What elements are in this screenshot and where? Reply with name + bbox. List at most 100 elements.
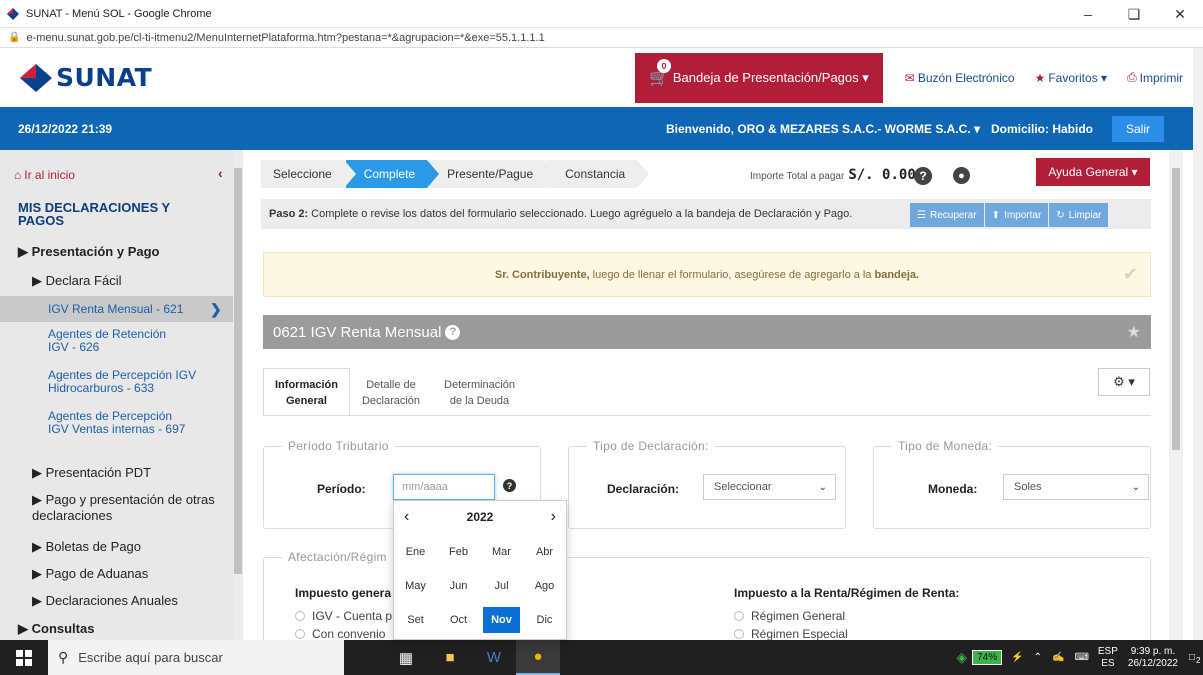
form-title: 0621 IGV Renta Mensual — [273, 323, 442, 341]
month-nov-selected[interactable]: Nov — [483, 607, 520, 633]
tab-label: Información — [275, 379, 338, 391]
month-jul[interactable]: Jul — [480, 569, 523, 603]
sidebar-scroll-thumb[interactable] — [234, 168, 242, 574]
sidebar-item-presentacion-pdt[interactable]: ▶ Presentación PDT — [32, 465, 151, 481]
domicilio-status: Domicilio: Habido — [991, 121, 1093, 136]
sidebar-home-link[interactable]: ⌂ Ir al inicio — [14, 168, 75, 182]
sidebar-item-presentacion-pago[interactable]: ▶ Presentación y Pago — [18, 244, 160, 260]
ayuda-general-button[interactable]: Ayuda General ▾ — [1036, 158, 1150, 186]
favorite-star-icon[interactable]: ★ — [1127, 322, 1141, 342]
sidebar-item-pago-aduanas[interactable]: ▶ Pago de Aduanas — [32, 566, 148, 582]
sidebar-scrollbar[interactable] — [233, 150, 243, 640]
pulse-icon[interactable]: ◈ — [956, 649, 967, 666]
sidebar-item-declaraciones-anuales[interactable]: ▶ Declaraciones Anuales — [32, 593, 178, 609]
periodo-input[interactable]: mm/aaaa — [393, 474, 495, 500]
prev-year-icon[interactable]: ‹ — [404, 508, 409, 526]
globe-icon[interactable]: ● — [953, 167, 970, 184]
check-icon: ✔ — [1122, 264, 1138, 284]
tab-determinacion-deuda[interactable]: Determinación de la Deuda — [432, 368, 527, 416]
sidebar-item-igv-renta-621[interactable]: IGV Renta Mensual - 621 — [48, 303, 208, 316]
month-ago[interactable]: Ago — [523, 569, 566, 603]
imprimir-link[interactable]: ⎙ Imprimir — [1127, 70, 1183, 85]
limpiar-label: Limpiar — [1068, 209, 1102, 221]
address-bar[interactable]: 🔒 e-menu.sunat.gob.pe/cl-ti-itmenu2/Menu… — [0, 28, 1203, 48]
taskbar-clock[interactable]: 9:39 p. m. 26/12/2022 — [1128, 646, 1178, 670]
welcome-dropdown[interactable]: Bienvenido, ORO & MEZARES S.A.C.- WORME … — [666, 122, 980, 136]
salir-button[interactable]: Salir — [1112, 116, 1164, 142]
search-icon: ⚲ — [58, 649, 69, 665]
chevron-up-icon[interactable]: ⌃ — [1034, 652, 1042, 663]
sidebar-item-consultas[interactable]: ▶ Consultas — [18, 621, 94, 637]
igv-option-convenio[interactable]: Con convenio — [295, 627, 385, 640]
settings-dropdown-button[interactable]: ⚙ ▾ — [1098, 368, 1150, 396]
limpiar-button[interactable]: ↻ Limpiar — [1049, 203, 1109, 227]
file-explorer-icon[interactable]: ■ — [428, 640, 472, 675]
upload-icon: ⬆ — [991, 209, 1001, 221]
month-set[interactable]: Set — [394, 603, 437, 637]
step-complete[interactable]: Complete — [345, 160, 440, 188]
task-view-icon[interactable]: ▦ — [384, 640, 428, 675]
step-seleccione[interactable]: Seleccione — [261, 160, 356, 188]
month-abr[interactable]: Abr — [523, 535, 566, 569]
next-year-icon[interactable]: › — [551, 508, 556, 526]
buzon-link[interactable]: ✉ Buzón Electrónico — [905, 71, 1015, 85]
bandeja-button[interactable]: 🛒 0 Bandeja de Presentación/Pagos ▾ — [634, 52, 883, 103]
sidebar-item-declara-facil[interactable]: ▶ Declara Fácil — [32, 273, 121, 289]
lock-icon: 🔒 — [8, 32, 21, 43]
month-oct[interactable]: Oct — [437, 603, 480, 637]
declaracion-select[interactable]: Seleccionar ⌄ — [703, 474, 836, 500]
sidebar-item-boletas-pago[interactable]: ▶ Boletas de Pago — [32, 539, 141, 555]
main-scrollbar[interactable] — [1169, 150, 1183, 640]
renta-option-especial[interactable]: Régimen Especial — [734, 627, 848, 640]
sunat-logo[interactable]: SUNAT — [18, 60, 152, 96]
month-may[interactable]: May — [394, 569, 437, 603]
tab-detalle-declaracion[interactable]: Detalle de Declaración — [350, 368, 432, 416]
sidebar-collapse-icon[interactable]: ‹ — [218, 165, 223, 181]
taskbar-search-placeholder: Escribe aquí para buscar — [78, 650, 223, 665]
notifications-icon[interactable]: □ 2 — [1189, 652, 1200, 665]
periodo-help-icon[interactable]: ? — [503, 479, 516, 492]
importar-button[interactable]: ⬆ Importar — [984, 203, 1049, 227]
help-icon[interactable]: ? — [914, 167, 932, 185]
language-indicator[interactable]: ESP ES — [1098, 646, 1118, 670]
sidebar-item-percepcion-697[interactable]: Agentes de Percepción IGV Ventas interna… — [48, 410, 188, 436]
windows-start-icon[interactable] — [0, 640, 48, 675]
minimize-icon[interactable]: – — [1065, 0, 1111, 28]
recuperar-button[interactable]: ☰ Recuperar — [910, 203, 984, 227]
sidebar-item-retencion-626[interactable]: Agentes de Retención IGV - 626 — [48, 328, 188, 354]
taskbar-search[interactable]: ⚲ Escribe aquí para buscar — [48, 640, 344, 675]
main-scroll-thumb[interactable] — [1172, 168, 1180, 450]
month-feb[interactable]: Feb — [437, 535, 480, 569]
month-dic[interactable]: Dic — [523, 603, 566, 637]
step-constancia[interactable]: Constancia — [547, 160, 650, 188]
pen-icon[interactable]: ✍ — [1052, 652, 1064, 663]
form-help-icon[interactable]: ? — [445, 324, 461, 340]
close-icon[interactable]: ✕ — [1157, 0, 1203, 28]
sidebar-item-percepcion-633[interactable]: Agentes de Percepción IGV Hidrocarburos … — [48, 369, 198, 395]
renta-option-general[interactable]: Régimen General — [734, 609, 845, 623]
favoritos-link[interactable]: ★ Favoritos ▾ — [1035, 71, 1107, 85]
step-presente-pague[interactable]: Presente/Pague — [429, 160, 558, 188]
buzon-label: Buzón Electrónico — [917, 70, 1015, 85]
moneda-select[interactable]: Soles ⌄ — [1003, 474, 1149, 500]
keyboard-icon[interactable]: ⌨ — [1074, 652, 1088, 663]
chrome-icon[interactable]: ● — [516, 640, 560, 675]
sidebar-item-pago-otras[interactable]: ▶ Pago y presentación de otras declaraci… — [32, 492, 222, 524]
igv-option-label: IGV - Cuenta p — [312, 609, 393, 623]
month-ene[interactable]: Ene — [394, 535, 437, 569]
battery-indicator[interactable]: 74% — [972, 650, 1003, 665]
impuesto-general-title: Impuesto genera — [295, 586, 392, 600]
declaracion-label: Declaración: — [607, 482, 680, 496]
renta-option-label: Régimen Especial — [751, 627, 848, 640]
windows-taskbar: ⚲ Escribe aquí para buscar ▦ ■ W ● ◈ 74%… — [0, 640, 1203, 675]
maximize-icon[interactable]: ❏ — [1111, 0, 1157, 28]
url-text: e-menu.sunat.gob.pe/cl-ti-itmenu2/MenuIn… — [26, 31, 545, 44]
tab-informacion-general[interactable]: Información General — [263, 368, 350, 416]
power-plug-icon: ⚡ — [1011, 652, 1024, 663]
page-scrollbar[interactable] — [1193, 48, 1203, 640]
window-titlebar: SUNAT - Menú SOL - Google Chrome – ❏ ✕ — [0, 0, 1203, 28]
month-jun[interactable]: Jun — [437, 569, 480, 603]
igv-option-cuenta[interactable]: IGV - Cuenta p — [295, 609, 392, 623]
word-icon[interactable]: W — [472, 640, 516, 675]
month-mar[interactable]: Mar — [480, 535, 523, 569]
